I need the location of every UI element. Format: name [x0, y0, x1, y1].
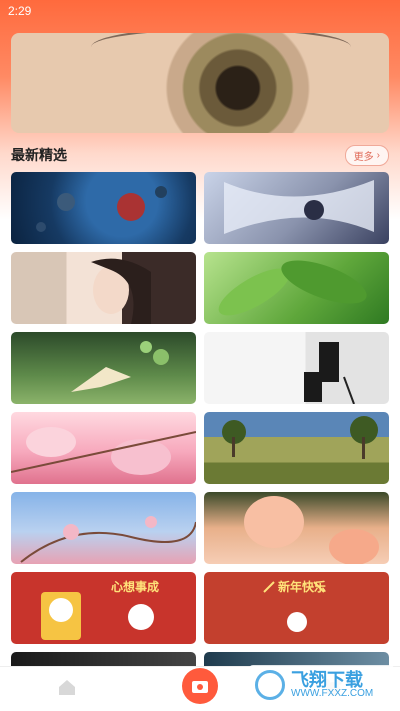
tile-bird-plant[interactable]	[11, 332, 196, 404]
more-label: 更多	[353, 151, 374, 163]
tile-man-chair[interactable]	[204, 332, 389, 404]
banner-eye[interactable]	[11, 33, 389, 133]
tile-rabbit-red-2[interactable]: 新年快乐	[204, 572, 389, 644]
rabbit-text-2: 新年快乐	[278, 580, 327, 594]
watermark-text: 飞翔下载 WWW.FXXZ.COM	[291, 671, 373, 699]
tile-asteroids[interactable]	[11, 172, 196, 244]
tile-tulips[interactable]	[204, 492, 389, 564]
magnolia-art	[11, 427, 196, 475]
nav-home[interactable]	[47, 669, 87, 709]
leaves-art	[218, 260, 367, 316]
anime-art	[224, 180, 374, 234]
tile-landscape-trees[interactable]	[204, 412, 389, 484]
tile-woman-portrait[interactable]	[11, 252, 196, 324]
landscape-art	[222, 416, 378, 459]
portrait-art	[91, 258, 151, 324]
chevron-right-icon: ›	[376, 149, 380, 161]
tile-magnolia[interactable]	[11, 412, 196, 484]
watermark: 飞翔下载 WWW.FXXZ.COM	[249, 665, 394, 705]
watermark-url: WWW.FXXZ.COM	[291, 688, 374, 699]
nav-center[interactable]	[180, 668, 220, 709]
man-chair-art	[304, 342, 355, 404]
status-time: 2:29	[8, 4, 32, 18]
asteroids-art	[36, 186, 167, 232]
bird-art	[71, 341, 169, 392]
home-icon	[57, 678, 77, 701]
tile-rabbit-red-1[interactable]: 心想事成	[11, 572, 196, 644]
rabbit-text-1: 心想事成	[111, 580, 160, 594]
wallpaper-grid: 心想事成 新年快乐	[11, 172, 389, 711]
tile-cherry-blossom[interactable]	[11, 492, 196, 564]
blossom-art	[20, 516, 196, 563]
watermark-logo-icon	[255, 670, 285, 700]
wallpaper-icon	[181, 668, 218, 704]
rabbit-art-1	[41, 592, 154, 640]
status-bar: 2:29	[0, 0, 400, 24]
tile-green-leaves[interactable]	[204, 252, 389, 324]
watermark-title: 飞翔下载	[291, 670, 363, 690]
section-header: 最新精选 更多 ›	[11, 144, 389, 166]
banner-lash	[91, 33, 351, 67]
more-button[interactable]: 更多 ›	[344, 144, 389, 166]
tulips-art	[244, 496, 379, 564]
section-title: 最新精选	[11, 147, 67, 163]
tile-anime-girl[interactable]	[204, 172, 389, 244]
